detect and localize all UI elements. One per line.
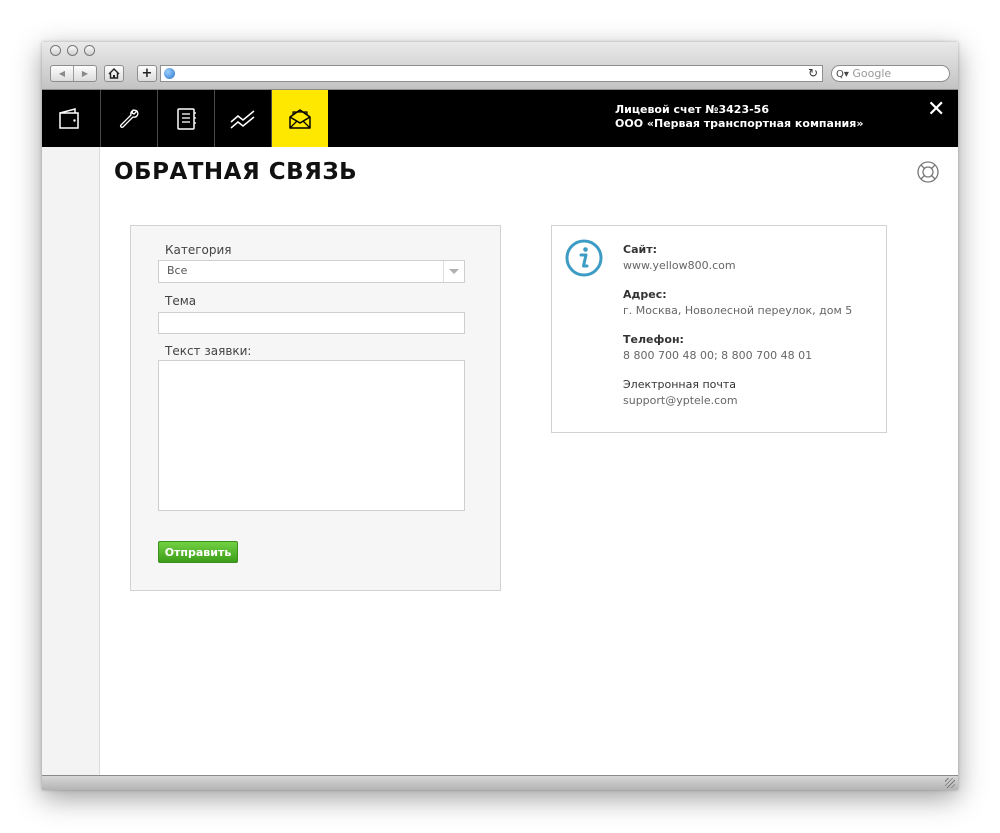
globe-icon — [164, 68, 175, 79]
wallet-icon — [59, 107, 79, 129]
close-icon[interactable]: ✕ — [927, 98, 945, 122]
search-field[interactable]: Q▾ Google — [831, 65, 950, 82]
sidebar — [42, 147, 100, 775]
browser-window: ◀ ▶ + ↻ Q▾ Google Лицевой счет №3423-56 … — [42, 42, 958, 790]
add-bookmark-button[interactable]: + — [137, 65, 157, 82]
account-number: Лицевой счет №3423-56 — [615, 103, 769, 116]
browser-toolbar: ◀ ▶ + ↻ Q▾ Google — [42, 42, 958, 90]
submit-button[interactable]: Отправить — [158, 541, 238, 563]
nav-item-documents[interactable] — [158, 90, 214, 147]
page-title: ОБРАТНАЯ СВЯЗЬ — [114, 159, 358, 185]
category-select[interactable]: Все — [158, 260, 465, 283]
resize-grip-icon[interactable] — [945, 778, 955, 788]
chart-icon — [230, 109, 255, 129]
address-label: Адрес: — [623, 288, 667, 301]
app-header: Лицевой счет №3423-56 ООО «Первая трансп… — [42, 90, 958, 147]
request-text-label: Текст заявки: — [165, 344, 252, 358]
email-link[interactable]: support@yptele.com — [623, 394, 738, 407]
envelope-icon — [289, 108, 311, 129]
home-icon — [108, 68, 120, 79]
phone-label: Телефон: — [623, 333, 684, 346]
subject-input[interactable] — [158, 312, 465, 334]
search-icon: Q▾ — [836, 69, 849, 80]
home-button[interactable] — [104, 65, 124, 82]
plus-icon: + — [141, 66, 153, 81]
main-content: ОБРАТНАЯ СВЯЗЬ Категория Все Тема Текст … — [100, 147, 958, 775]
status-bar — [42, 775, 958, 790]
forward-arrow-icon[interactable]: ▶ — [74, 66, 96, 81]
request-textarea[interactable] — [158, 360, 465, 511]
company-name: ООО «Первая транспортная компания» — [615, 117, 864, 130]
wrench-icon — [119, 108, 139, 128]
chevron-down-icon — [443, 261, 464, 282]
feedback-form: Категория Все Тема Текст заявки: Отправи… — [130, 225, 501, 591]
window-zoom-button[interactable] — [84, 45, 95, 56]
address-bar[interactable]: ↻ — [160, 65, 823, 82]
category-value: Все — [167, 264, 188, 277]
nav-item-settings[interactable] — [101, 90, 157, 147]
address-value: г. Москва, Новолесной переулок, дом 5 — [623, 304, 853, 317]
nav-item-statistics[interactable] — [215, 90, 271, 147]
phone-value: 8 800 700 48 00; 8 800 700 48 01 — [623, 349, 813, 362]
contacts-panel: Сайт: www.yellow800.com Адрес: г. Москва… — [551, 225, 887, 433]
back-forward-buttons: ◀ ▶ — [50, 65, 97, 82]
window-minimize-button[interactable] — [67, 45, 78, 56]
reload-icon[interactable]: ↻ — [808, 66, 818, 81]
back-arrow-icon[interactable]: ◀ — [51, 66, 74, 81]
info-icon — [565, 239, 603, 277]
email-label: Электронная почта — [623, 378, 737, 391]
site-link[interactable]: www.yellow800.com — [623, 259, 736, 272]
search-placeholder: Google — [852, 67, 892, 80]
nav-item-feedback[interactable] — [272, 90, 328, 147]
category-label: Категория — [165, 243, 232, 257]
site-label: Сайт: — [623, 243, 657, 256]
subject-label: Тема — [165, 294, 197, 308]
lifebuoy-icon[interactable] — [916, 160, 940, 184]
notebook-icon — [177, 107, 196, 130]
window-close-button[interactable] — [50, 45, 61, 56]
nav-item-wallet[interactable] — [42, 90, 98, 147]
account-info: Лицевой счет №3423-56 ООО «Первая трансп… — [615, 103, 863, 131]
